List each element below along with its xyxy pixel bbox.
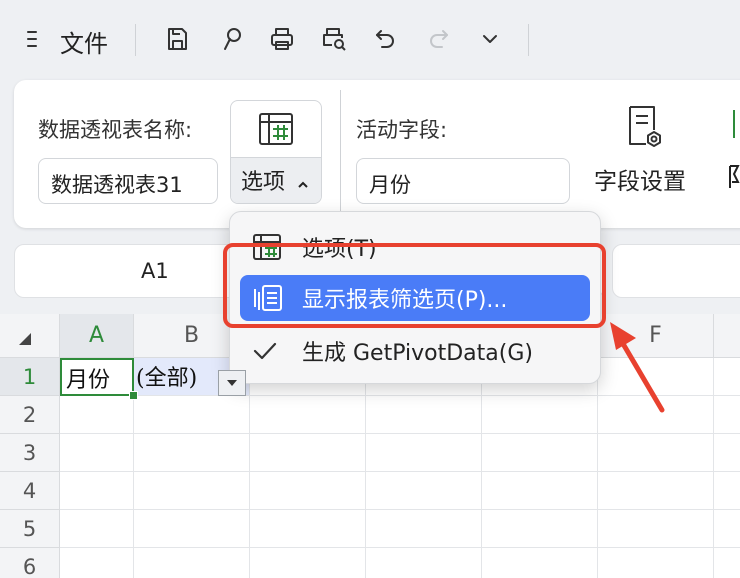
filter-dropdown-button[interactable] xyxy=(218,370,246,396)
pivot-name-input[interactable]: 数据透视表31 xyxy=(38,158,218,204)
row-header-1[interactable]: 1 xyxy=(0,358,60,396)
menu-icon[interactable] xyxy=(20,22,54,56)
grid-cell[interactable] xyxy=(250,472,366,510)
grid-cell[interactable] xyxy=(482,510,598,548)
grid-cell[interactable] xyxy=(366,396,482,434)
checkmark-icon xyxy=(252,340,292,362)
grid-cell[interactable] xyxy=(366,548,482,578)
toolbar-divider xyxy=(528,24,529,56)
cell-a1-value: 月份 xyxy=(66,368,111,393)
toolbar-divider xyxy=(135,24,136,56)
grid-cell[interactable] xyxy=(60,396,134,434)
chevron-up-icon xyxy=(297,175,309,194)
grid-cell[interactable] xyxy=(134,510,250,548)
grid-cell[interactable] xyxy=(134,434,250,472)
grid-cell[interactable] xyxy=(250,510,366,548)
grid-cell[interactable] xyxy=(714,510,740,548)
select-all-corner[interactable] xyxy=(0,314,60,358)
row-header-2[interactable]: 2 xyxy=(0,396,60,434)
grid-cell[interactable] xyxy=(134,396,250,434)
column-header-g[interactable] xyxy=(714,314,740,358)
grid-cell[interactable] xyxy=(482,434,598,472)
grid-cell[interactable] xyxy=(714,472,740,510)
pivot-ribbon-panel: 数据透视表名称: 数据透视表31 选项 活动字段: 月份 字段设置 xyxy=(14,80,740,228)
undo-icon[interactable] xyxy=(369,22,403,56)
grid-cell[interactable] xyxy=(60,510,134,548)
grid-cell[interactable] xyxy=(714,548,740,578)
chevron-down-icon[interactable] xyxy=(473,22,507,56)
annotation-arrow-icon xyxy=(610,322,665,413)
menu-item-generate-getpivotdata-label: 生成 GetPivotData(G) xyxy=(302,341,533,366)
grid-cell[interactable] xyxy=(714,396,740,434)
grid-cell[interactable] xyxy=(60,472,134,510)
ribbon-divider xyxy=(340,90,341,218)
quick-access-toolbar: 文件 xyxy=(0,0,740,78)
dropdown-arrow-icon xyxy=(227,380,237,386)
grid-cell[interactable] xyxy=(250,396,366,434)
grid-cell[interactable] xyxy=(598,510,714,548)
cell-b1-value: (全部) xyxy=(136,366,198,391)
grid-cell[interactable] xyxy=(134,472,250,510)
fill-handle[interactable] xyxy=(129,391,138,400)
column-header-a[interactable]: A xyxy=(60,314,134,358)
grid-cell[interactable] xyxy=(598,472,714,510)
grid-cell[interactable] xyxy=(482,472,598,510)
print-icon[interactable] xyxy=(265,22,299,56)
cell-a1[interactable]: 月份 xyxy=(60,358,134,396)
grid-cell[interactable] xyxy=(482,396,598,434)
menu-item-generate-getpivotdata[interactable]: 生成 GetPivotData(G) xyxy=(240,328,590,374)
grid-cell[interactable] xyxy=(714,358,740,396)
pivot-name-label: 数据透视表名称: xyxy=(38,118,193,142)
grid-cell[interactable] xyxy=(250,434,366,472)
grid-cell[interactable] xyxy=(250,548,366,578)
options-button[interactable]: 选项 xyxy=(230,100,322,204)
print-preview-icon[interactable] xyxy=(317,22,351,56)
field-settings-icon[interactable] xyxy=(626,104,664,154)
active-field-input[interactable]: 月份 xyxy=(356,158,570,204)
row-header-6[interactable]: 6 xyxy=(0,548,60,578)
field-settings-label[interactable]: 字段设置 xyxy=(594,162,686,196)
active-field-label: 活动字段: xyxy=(356,118,448,142)
grid-cell[interactable] xyxy=(134,548,250,578)
options-label: 选项 xyxy=(241,170,286,195)
grid-cell[interactable] xyxy=(60,548,134,578)
row-header-4[interactable]: 4 xyxy=(0,472,60,510)
row-header-5[interactable]: 5 xyxy=(0,510,60,548)
file-menu-label[interactable]: 文件 xyxy=(60,24,108,59)
redo-icon xyxy=(421,22,455,56)
save-icon[interactable] xyxy=(160,22,194,56)
pivot-table-icon xyxy=(257,111,295,151)
grid-cell[interactable] xyxy=(366,434,482,472)
row-header-3[interactable]: 3 xyxy=(0,434,60,472)
format-painter-icon[interactable] xyxy=(214,22,248,56)
grid-cell[interactable] xyxy=(366,510,482,548)
grid-cell[interactable] xyxy=(60,434,134,472)
name-box-value: A1 xyxy=(141,259,169,283)
grid-cell[interactable] xyxy=(366,472,482,510)
grid-cell[interactable] xyxy=(714,434,740,472)
next-group-icon[interactable] xyxy=(728,104,740,150)
formula-bar[interactable] xyxy=(612,244,740,298)
next-group-label-fragment xyxy=(726,162,740,190)
grid-cell[interactable] xyxy=(482,548,598,578)
annotation-highlight-box xyxy=(223,243,606,328)
grid-cell[interactable] xyxy=(598,434,714,472)
grid-cell[interactable] xyxy=(598,548,714,578)
